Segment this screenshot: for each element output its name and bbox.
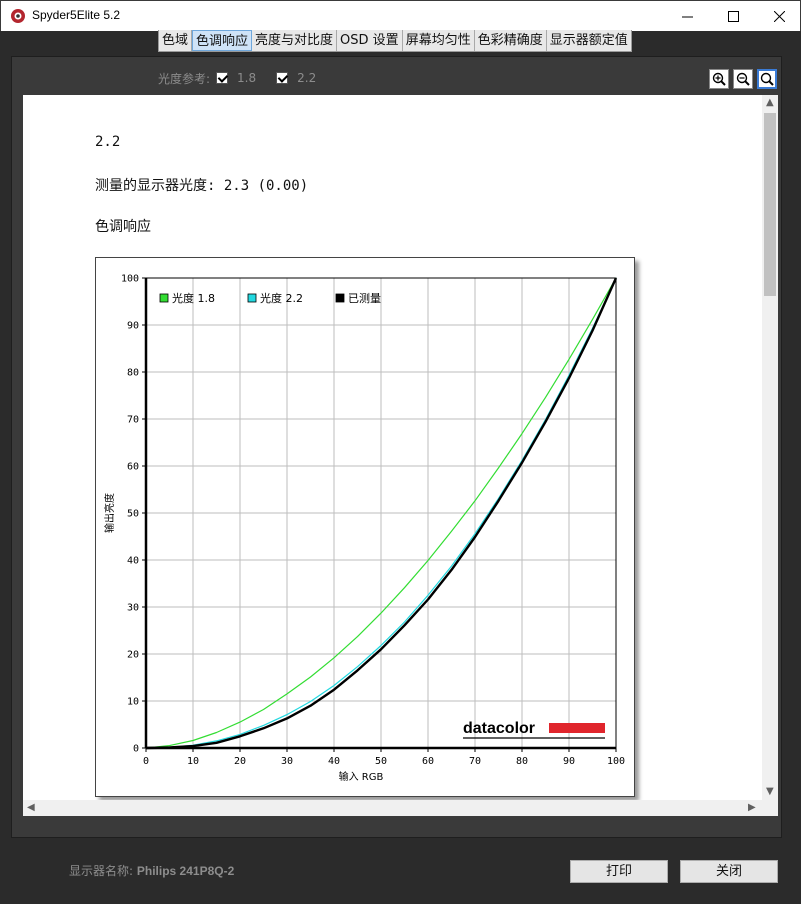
legend-label: 光度 1.8: [172, 291, 215, 305]
zoom-in-icon: [712, 72, 726, 86]
monitor-name: Philips 241P8Q-2: [136, 864, 235, 878]
zoom-in-button[interactable]: [709, 69, 729, 89]
y-tick-label: 90: [127, 321, 139, 332]
close-button[interactable]: 关闭: [680, 860, 778, 883]
tab-bar: 色域 色调响应 亮度与对比度 OSD 设置 屏幕均匀性 色彩精确度 显示器额定值: [158, 30, 632, 52]
section-title: 色调响应: [95, 219, 151, 235]
legend-swatch: [159, 293, 169, 303]
print-button[interactable]: 打印: [570, 860, 668, 883]
maximize-icon: [727, 11, 739, 22]
datacolor-logo-bar: [549, 723, 605, 733]
y-tick-label: 100: [121, 274, 139, 285]
monitor-info: 显示器名称: Philips 241P8Q-2: [69, 862, 234, 879]
tab-color-accuracy[interactable]: 色彩精确度: [475, 30, 547, 51]
horizontal-scrollbar[interactable]: ◀ ▶: [23, 800, 762, 816]
y-tick-label: 40: [127, 556, 139, 567]
spyder-app-icon: [11, 9, 25, 23]
chart-svg: 0 10 20 30 40 50 60 70 80 90 100 0 10 20 30 40 50 60 70 80 9…: [103, 274, 625, 784]
gamma-2-2-label: 2.2: [297, 71, 317, 85]
x-tick-label: 90: [563, 756, 575, 767]
minimize-button[interactable]: [664, 1, 710, 32]
x-tick-label: 100: [607, 756, 625, 767]
y-tick-label: 70: [127, 415, 139, 426]
zoom-fit-icon: [760, 72, 774, 86]
x-tick-label: 70: [469, 756, 481, 767]
report-page: 2.2 测量的显示器光度: 2.3 (0.00) 色调响应 0 10 20 30 40 5…: [23, 95, 762, 800]
scroll-up-icon[interactable]: ▲: [766, 97, 774, 108]
maximize-button[interactable]: [710, 1, 756, 32]
x-tick-label: 80: [516, 756, 528, 767]
close-icon: [773, 11, 785, 22]
legend-label: 已测量: [348, 292, 381, 305]
gamma-value: 2.2: [95, 134, 121, 150]
zoom-toolbar: [709, 69, 777, 89]
legend-label: 光度 2.2: [260, 291, 303, 305]
gamma-1-8-label: 1.8: [237, 71, 257, 85]
y-tick-label: 30: [127, 603, 139, 614]
tab-display-rating[interactable]: 显示器额定值: [547, 30, 631, 51]
tab-tone-response[interactable]: 色调响应: [192, 30, 253, 51]
scroll-corner: [762, 800, 778, 816]
y-axis-label: 输出亮度: [103, 493, 116, 533]
measured-gamma-line: 测量的显示器光度: 2.3 (0.00): [95, 178, 309, 194]
monitor-name-label: 显示器名称:: [69, 864, 134, 878]
y-tick-label: 20: [127, 650, 139, 661]
tab-osd-settings[interactable]: OSD 设置: [337, 30, 403, 51]
scroll-right-icon[interactable]: ▶: [748, 802, 756, 813]
vertical-scrollbar[interactable]: ▲ ▼: [762, 95, 778, 800]
gamma-reference-label: 光度参考:: [158, 71, 211, 86]
close-window-button[interactable]: [756, 1, 801, 32]
zoom-out-button[interactable]: [733, 69, 753, 89]
x-tick-label: 40: [328, 756, 340, 767]
x-tick-label: 50: [375, 756, 387, 767]
x-tick-label: 30: [281, 756, 293, 767]
tab-screen-uniformity[interactable]: 屏幕均匀性: [403, 30, 475, 51]
x-tick-label: 20: [234, 756, 246, 767]
x-tick-label: 0: [143, 756, 149, 767]
gamma-1-8-checkbox[interactable]: [216, 72, 229, 84]
legend-swatch: [247, 293, 257, 303]
scroll-thumb[interactable]: [764, 113, 776, 296]
datacolor-logo: datacolor: [463, 720, 535, 737]
gamma-reference-row: 光度参考: 1.8 2.2: [158, 68, 336, 88]
tab-brightness-contrast[interactable]: 亮度与对比度: [252, 30, 338, 51]
gamma-2-2-checkbox[interactable]: [276, 72, 289, 84]
x-tick-label: 10: [187, 756, 199, 767]
y-tick-label: 0: [133, 744, 139, 755]
y-tick-label: 10: [127, 697, 139, 708]
minimize-icon: [681, 16, 693, 18]
legend-swatch: [335, 293, 345, 303]
x-axis-label: 输入 RGB: [339, 770, 384, 783]
scroll-left-icon[interactable]: ◀: [27, 802, 35, 813]
zoom-out-icon: [736, 72, 750, 86]
tone-response-chart: 0 10 20 30 40 50 60 70 80 90 100 0 10 20 30 40 50 60 70 80 9…: [95, 257, 635, 797]
zoom-fit-button[interactable]: [757, 69, 777, 89]
window-title: Spyder5Elite 5.2: [32, 8, 121, 22]
y-tick-label: 60: [127, 462, 139, 473]
title-bar: Spyder5Elite 5.2: [0, 0, 801, 31]
y-tick-label: 80: [127, 368, 139, 379]
x-tick-label: 60: [422, 756, 434, 767]
scroll-down-icon[interactable]: ▼: [766, 786, 774, 797]
tab-gamut[interactable]: 色域: [159, 30, 193, 51]
y-tick-label: 50: [127, 509, 139, 520]
